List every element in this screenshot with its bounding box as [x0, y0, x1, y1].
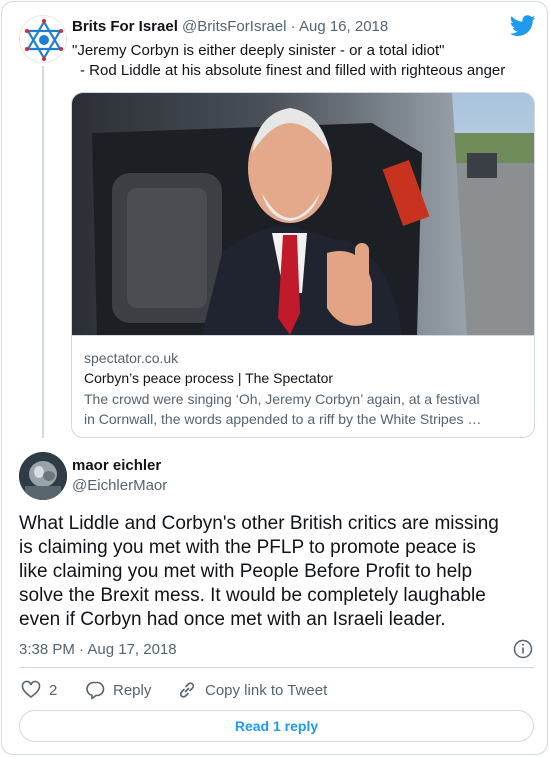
parent-tweet-date[interactable]: Aug 16, 2018 — [299, 18, 388, 35]
tweet-body-line: like claiming you met with People Before… — [19, 561, 473, 582]
tweet-timestamp[interactable]: 3:38 PM · Aug 17, 2018 — [19, 641, 177, 658]
article-thumbnail-image — [72, 93, 534, 335]
divider — [19, 667, 534, 668]
like-count: 2 — [49, 681, 58, 699]
copy-link-button[interactable]: Copy link to Tweet — [177, 678, 327, 702]
tweet-body-line: even if Corbyn had once met with an Isra… — [19, 609, 446, 630]
brits-for-israel-avatar[interactable] — [19, 15, 67, 63]
copy-link-label: Copy link to Tweet — [205, 681, 328, 699]
star-of-david-logo — [20, 16, 66, 62]
link-icon — [179, 682, 195, 698]
author-name[interactable]: maor eichler — [72, 457, 161, 474]
tweet-embed-card: Brits For Israel @BritsForIsrael · Aug 1… — [1, 1, 548, 755]
tweet-body-line: is claiming you met with the PFLP to pro… — [19, 537, 476, 558]
article-title: Corbyn’s peace process | The Spectator — [84, 370, 334, 386]
maor-eichler-avatar[interactable] — [19, 452, 67, 500]
parent-tweet-header: Brits For Israel @BritsForIsrael · Aug 1… — [72, 18, 388, 35]
read-replies-button[interactable]: Read 1 reply — [19, 710, 534, 742]
article-domain: spectator.co.uk — [84, 350, 179, 366]
reply-icon — [86, 681, 105, 700]
reply-button[interactable]: Reply — [85, 678, 151, 702]
heart-icon — [21, 680, 41, 698]
parent-tweet-text-line-2: - Rod Liddle at his absolute finest and … — [80, 62, 506, 79]
parent-author-name[interactable]: Brits For Israel — [72, 18, 178, 35]
like-button[interactable]: 2 — [21, 678, 57, 702]
thread-connector-line — [42, 66, 44, 438]
article-link-card[interactable]: spectator.co.uk Corbyn’s peace process |… — [71, 92, 535, 438]
tweet-body-line: solve the Brexit mess. It would be compl… — [19, 585, 486, 606]
info-icon[interactable] — [513, 639, 533, 659]
parent-tweet-text-line-1: "Jeremy Corbyn is either deeply sinister… — [72, 42, 445, 59]
article-description-line-2: in Cornwall, the words appended to a rif… — [84, 411, 482, 427]
tweet-body-line: What Liddle and Corbyn's other British c… — [19, 513, 499, 534]
author-handle[interactable]: @EichlerMaor — [72, 477, 167, 494]
article-description-line-1: The crowd were singing ‘Oh, Jeremy Corby… — [84, 391, 480, 407]
reply-label: Reply — [113, 681, 152, 699]
twitter-bird-icon[interactable] — [510, 15, 536, 37]
header-separator: · — [290, 18, 296, 35]
article-meta: spectator.co.uk Corbyn’s peace process |… — [72, 335, 534, 437]
tweet-body: What Liddle and Corbyn's other British c… — [19, 512, 539, 632]
parent-author-handle[interactable]: @BritsForIsrael — [182, 18, 286, 35]
